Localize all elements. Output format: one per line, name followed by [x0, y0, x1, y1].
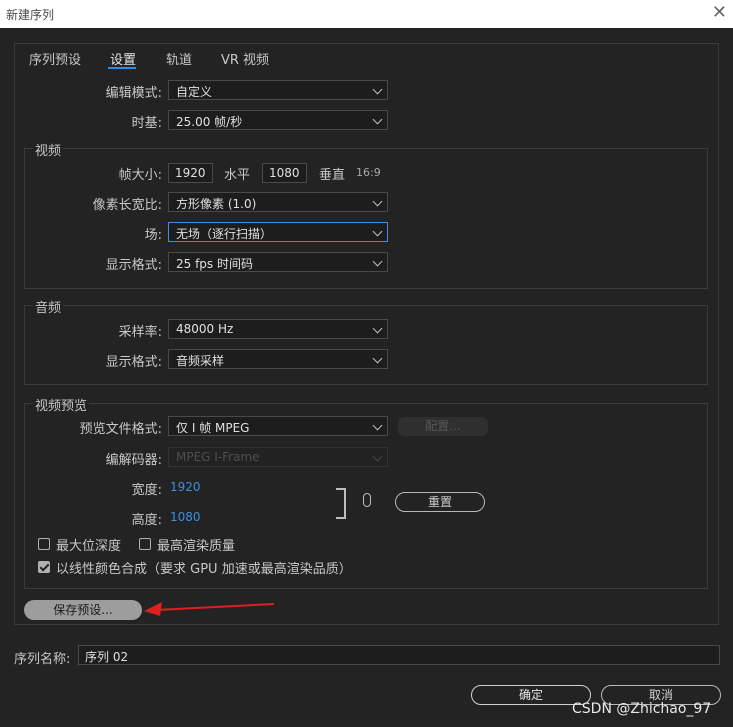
chain-link-icon[interactable] — [363, 493, 371, 507]
video-preview-group-title: 视频预览 — [33, 395, 90, 414]
video-display-format-value: 25 fps 时间码 — [176, 257, 253, 271]
link-bracket-icon — [336, 488, 346, 519]
preview-height-value[interactable]: 1080 — [170, 510, 201, 524]
timebase-label: 时基: — [131, 116, 162, 131]
sample-rate-label: 采样率: — [118, 325, 162, 340]
pixel-aspect-value: 方形像素 (1.0) — [176, 197, 257, 211]
chevron-down-icon — [372, 420, 383, 431]
edit-mode-value: 自定义 — [176, 85, 213, 99]
audio-display-format-select[interactable]: 音频采样 — [168, 349, 388, 369]
codec-select[interactable]: MPEG I-Frame — [168, 447, 388, 467]
preview-file-format-value: 仅 I 帧 MPEG — [176, 421, 250, 435]
audio-group-title: 音频 — [33, 297, 64, 316]
video-display-format-select[interactable]: 25 fps 时间码 — [168, 252, 388, 272]
max-render-quality-label: 最高渲染质量 — [157, 539, 236, 554]
active-tab-indicator — [108, 67, 136, 69]
timebase-value: 25.00 帧/秒 — [176, 115, 243, 129]
sample-rate-value: 48000 Hz — [176, 322, 234, 336]
field-label: 场: — [144, 228, 162, 243]
sample-rate-select[interactable]: 48000 Hz — [168, 319, 388, 339]
sequence-name-input[interactable]: 序列 02 — [78, 645, 720, 665]
max-bit-depth-checkbox[interactable] — [38, 538, 50, 550]
audio-display-format-value: 音频采样 — [176, 354, 225, 368]
configure-button[interactable]: 配置... — [398, 417, 488, 436]
reset-button[interactable]: 重置 — [395, 492, 485, 512]
tab-vr-video[interactable]: VR 视频 — [221, 49, 269, 68]
field-value: 无场（逐行扫描） — [176, 227, 273, 241]
save-preset-button[interactable]: 保存预设... — [24, 600, 142, 620]
preview-width-value[interactable]: 1920 — [170, 480, 201, 494]
linear-color-label: 以线性颜色合成（要求 GPU 加速或最高渲染品质） — [56, 562, 352, 577]
watermark-text: CSDN @Zhichao_97 — [572, 701, 712, 717]
chevron-down-icon — [372, 256, 383, 267]
audio-group — [24, 305, 708, 385]
timebase-select[interactable]: 25.00 帧/秒 — [168, 110, 388, 130]
pixel-aspect-select[interactable]: 方形像素 (1.0) — [168, 192, 388, 212]
horizontal-label: 水平 — [224, 168, 251, 183]
codec-value: MPEG I-Frame — [176, 450, 260, 464]
tab-sequence-presets[interactable]: 序列预设 — [29, 49, 81, 68]
audio-display-format-label: 显示格式: — [105, 355, 162, 370]
tab-tracks[interactable]: 轨道 — [166, 49, 192, 68]
chevron-down-icon — [372, 226, 383, 237]
chevron-down-icon — [372, 323, 383, 334]
field-select[interactable]: 无场（逐行扫描） — [168, 222, 388, 242]
video-group-title: 视频 — [33, 140, 64, 159]
frame-size-label: 帧大小: — [118, 168, 162, 183]
sequence-name-label: 序列名称: — [14, 652, 71, 667]
frame-height-input[interactable]: 1080 — [262, 163, 307, 183]
chevron-down-icon — [372, 114, 383, 125]
pixel-aspect-label: 像素长宽比: — [92, 198, 162, 213]
preview-height-label: 高度: — [131, 513, 162, 528]
edit-mode-label: 编辑模式: — [105, 86, 162, 101]
title-bar: 新建序列 ✕ — [0, 0, 733, 28]
chevron-down-icon — [372, 196, 383, 207]
linear-color-checkbox[interactable] — [38, 561, 50, 573]
frame-width-input[interactable]: 1920 — [168, 163, 213, 183]
tab-settings[interactable]: 设置 — [110, 49, 136, 68]
annotation-arrow-icon — [144, 602, 275, 616]
chevron-down-icon — [372, 84, 383, 95]
max-render-quality-checkbox[interactable] — [139, 538, 151, 550]
preview-file-format-label: 预览文件格式: — [79, 422, 162, 437]
aspect-ratio-text: 16:9 — [356, 166, 381, 179]
chevron-down-icon — [372, 451, 383, 462]
video-display-format-label: 显示格式: — [105, 258, 162, 273]
window-title: 新建序列 — [6, 8, 55, 22]
edit-mode-select[interactable]: 自定义 — [168, 80, 388, 100]
close-icon[interactable]: ✕ — [712, 2, 727, 23]
chevron-down-icon — [372, 353, 383, 364]
max-bit-depth-label: 最大位深度 — [56, 539, 122, 554]
codec-label: 编解码器: — [105, 453, 162, 468]
preview-file-format-select[interactable]: 仅 I 帧 MPEG — [168, 416, 388, 436]
vertical-label: 垂直 — [319, 168, 346, 183]
preview-width-label: 宽度: — [131, 483, 162, 498]
